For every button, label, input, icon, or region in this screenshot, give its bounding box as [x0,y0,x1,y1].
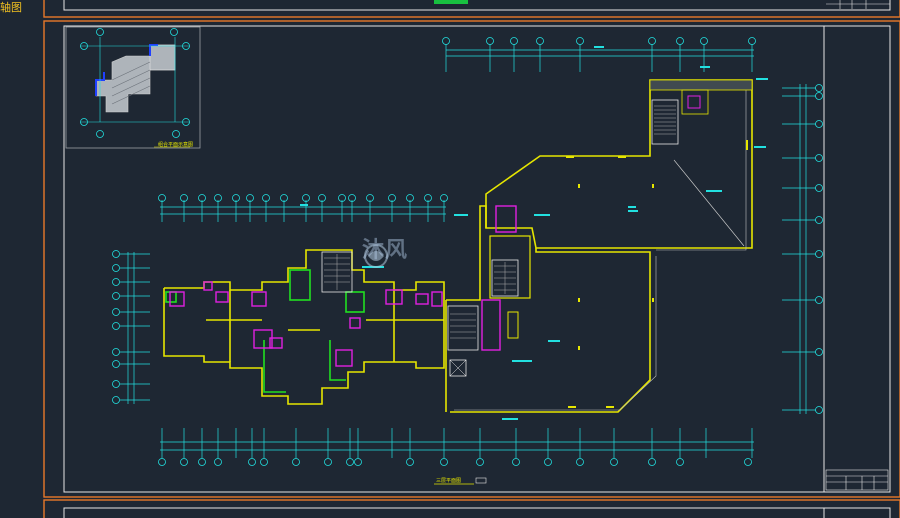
right-axis-bubbles [815,84,823,414]
bottom-dimension-chain [160,428,754,458]
right-building-stairs [654,105,676,135]
top-green-block [434,0,468,4]
left-dimension-chain [120,252,150,404]
left-wing-magenta-fixtures [169,281,443,367]
bottom-axis-bubbles [158,458,752,466]
left-wing-stairs [321,251,353,293]
main-caption-scale-box [475,477,487,484]
left-axis-bubbles [112,250,120,404]
connector-block [445,205,531,412]
watermark-text: 沐风 [362,238,409,263]
key-plan: 组合平面示意图 [65,26,201,149]
top-axis-bubbles [442,37,756,45]
title-block-bottom [825,469,889,491]
left-top-dimension-chain [160,200,446,222]
cad-drawing-canvas[interactable]: 组合平面示意图 三层平面图 [0,0,900,518]
main-drawing-caption: 三层平面图 [436,478,461,484]
right-building-outline [450,79,753,413]
building-details [566,140,748,408]
title-block-top [826,0,890,9]
sheet-borders [43,0,900,518]
left-wing-walls [163,249,445,405]
right-dimension-chain [782,84,816,414]
